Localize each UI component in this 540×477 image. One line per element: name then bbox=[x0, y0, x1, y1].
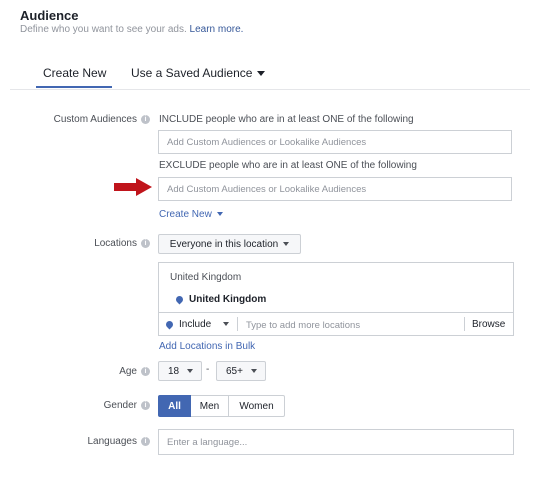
locations-label-text: Locations bbox=[94, 238, 137, 249]
gender-segmented-control: All Men Women bbox=[158, 395, 285, 417]
info-icon[interactable]: i bbox=[141, 238, 150, 248]
custom-audiences-label: Custom Audiences i bbox=[20, 114, 150, 125]
exclude-audience-input[interactable]: Add Custom Audiences or Lookalike Audien… bbox=[158, 177, 512, 201]
location-scope-dropdown[interactable]: Everyone in this location bbox=[158, 234, 301, 254]
include-exclude-dropdown[interactable]: Include bbox=[164, 319, 230, 330]
include-audience-input[interactable]: Add Custom Audiences or Lookalike Audien… bbox=[158, 130, 512, 154]
tab-create-new[interactable]: Create New bbox=[43, 66, 106, 80]
gender-label-text: Gender bbox=[103, 400, 137, 411]
include-label: Include bbox=[179, 319, 212, 330]
active-tab-indicator bbox=[36, 86, 112, 88]
include-hint: INCLUDE people who are in at least ONE o… bbox=[159, 114, 414, 125]
create-new-label: Create New bbox=[159, 209, 212, 220]
browse-separator bbox=[464, 317, 465, 331]
language-placeholder: Enter a language... bbox=[167, 436, 248, 448]
location-pin-icon bbox=[174, 294, 185, 305]
caret-down-icon bbox=[257, 71, 266, 77]
selected-location-label: United Kingdom bbox=[189, 294, 267, 305]
gender-men-button[interactable]: Men bbox=[191, 395, 229, 417]
age-max-dropdown[interactable]: 65+ bbox=[216, 361, 266, 381]
browse-button[interactable]: Browse bbox=[472, 319, 505, 330]
create-new-dropdown[interactable]: Create New bbox=[159, 209, 223, 220]
add-locations-input[interactable]: Type to add more locations bbox=[246, 320, 360, 331]
age-label-text: Age bbox=[119, 366, 137, 377]
exclude-hint: EXCLUDE people who are in at least ONE o… bbox=[159, 160, 417, 171]
age-label: Age i bbox=[20, 366, 150, 377]
learn-more-link[interactable]: Learn more. bbox=[190, 24, 244, 35]
gender-all-button[interactable]: All bbox=[158, 395, 191, 417]
subtitle-text: Define who you want to see your ads. bbox=[20, 24, 187, 35]
exclude-audience-placeholder: Add Custom Audiences or Lookalike Audien… bbox=[167, 183, 367, 195]
locations-label: Locations i bbox=[20, 238, 150, 249]
info-icon[interactable]: i bbox=[141, 366, 150, 376]
location-pin-icon bbox=[164, 319, 175, 330]
caret-down-icon bbox=[283, 242, 290, 246]
info-icon[interactable]: i bbox=[141, 114, 150, 124]
caret-down-icon bbox=[216, 212, 223, 217]
add-locations-in-bulk-link[interactable]: Add Locations in Bulk bbox=[159, 341, 255, 352]
info-icon[interactable]: i bbox=[141, 436, 150, 446]
caret-down-icon bbox=[250, 369, 257, 373]
include-audience-placeholder: Add Custom Audiences or Lookalike Audien… bbox=[167, 136, 367, 148]
gender-women-button[interactable]: Women bbox=[229, 395, 285, 417]
red-arrow-icon bbox=[114, 178, 152, 196]
age-max-value: 65+ bbox=[226, 365, 243, 377]
age-min-dropdown[interactable]: 18 bbox=[158, 361, 202, 381]
gender-label: Gender i bbox=[20, 400, 150, 411]
age-min-value: 18 bbox=[168, 365, 180, 377]
tab-saved-label: Use a Saved Audience bbox=[131, 66, 253, 80]
caret-down-icon bbox=[223, 322, 230, 327]
tabs-divider bbox=[10, 89, 530, 90]
languages-label: Languages i bbox=[20, 436, 150, 447]
language-input[interactable]: Enter a language... bbox=[158, 429, 514, 455]
caret-down-icon bbox=[187, 369, 194, 373]
locations-divider bbox=[159, 312, 513, 313]
selected-location[interactable]: United Kingdom bbox=[174, 294, 267, 305]
section-title: Audience bbox=[20, 8, 79, 23]
age-separator: - bbox=[206, 364, 210, 375]
include-separator bbox=[237, 317, 238, 331]
info-icon[interactable]: i bbox=[141, 400, 150, 410]
languages-label-text: Languages bbox=[87, 436, 138, 447]
tab-use-saved-audience[interactable]: Use a Saved Audience bbox=[131, 66, 266, 80]
location-scope-label: Everyone in this location bbox=[169, 238, 279, 250]
section-subtitle: Define who you want to see your ads. Lea… bbox=[20, 24, 243, 35]
custom-audiences-label-text: Custom Audiences bbox=[53, 114, 137, 125]
location-group-title: United Kingdom bbox=[170, 272, 242, 283]
